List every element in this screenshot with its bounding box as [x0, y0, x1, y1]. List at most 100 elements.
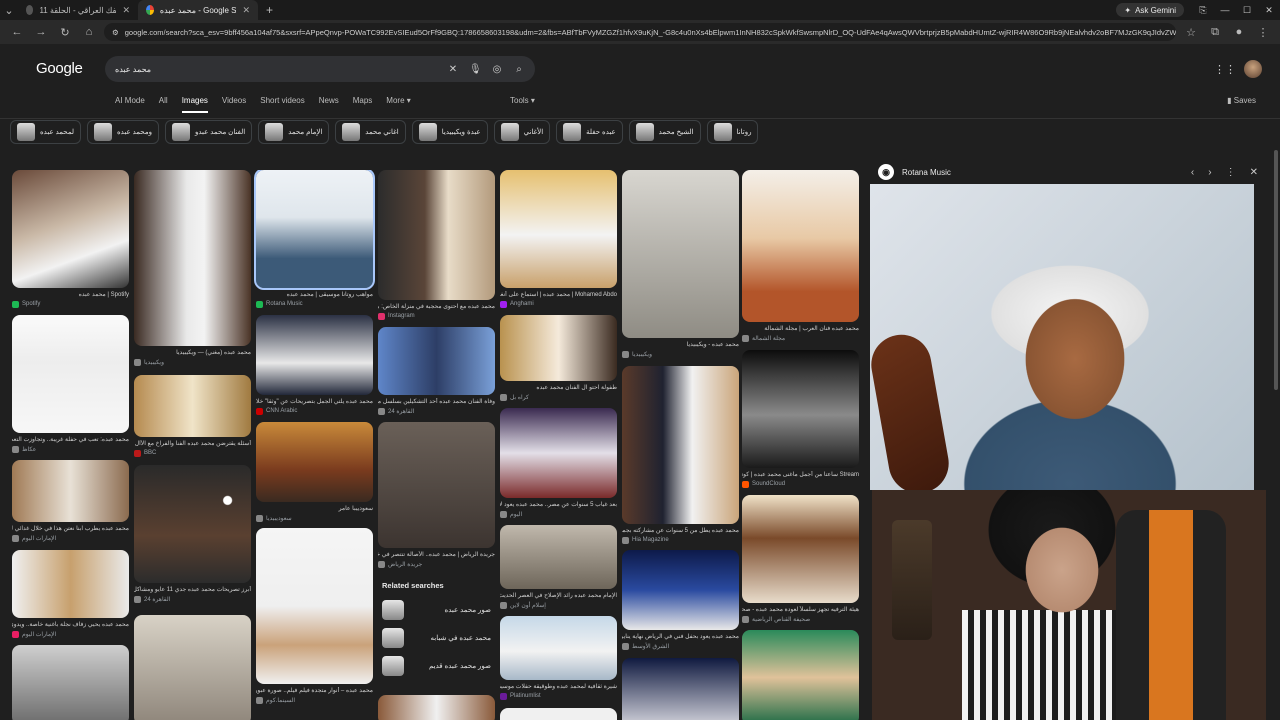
tab-list-icon[interactable]: ⎘ — [1192, 0, 1214, 20]
result-source[interactable]: Platinumlist — [500, 692, 617, 700]
image-result[interactable]: محمد عبده يحيي زفاف نجلة بأغنية خاصة.. و… — [12, 550, 129, 638]
result-source[interactable]: ويكيبيديا — [134, 358, 251, 366]
refinement-chip[interactable]: الشيخ محمد — [628, 120, 701, 144]
image-result[interactable] — [378, 695, 495, 720]
close-tab-icon[interactable]: ✕ — [122, 5, 130, 16]
result-caption[interactable]: محمد عبده يحيي زفاف نجلة بأغنية خاصة.. و… — [12, 621, 129, 629]
result-caption[interactable]: محمد عبده – أنوار متجدة فيلم فيلم.. صورة… — [256, 687, 373, 695]
result-caption[interactable]: Stream ساعتا من أجمل ماغنى محمد عبده | ك… — [742, 471, 859, 479]
result-thumbnail[interactable] — [256, 422, 373, 502]
tab-short-videos[interactable]: Short videos — [260, 96, 304, 113]
result-caption[interactable]: محمد عبده: تعب في حفلة غريبة.. وتجاوزت ا… — [12, 436, 129, 444]
result-thumbnail[interactable] — [12, 550, 129, 618]
maximize-icon[interactable]: ☐ — [1236, 0, 1258, 20]
previous-icon[interactable]: ‹ — [1191, 167, 1194, 178]
image-result[interactable]: محمد عبده: تعب في حفلة غريبة.. وتجاوزت ا… — [12, 315, 129, 453]
result-source[interactable]: السينما.كوم — [256, 696, 373, 704]
result-thumbnail[interactable] — [378, 170, 495, 300]
result-thumbnail[interactable] — [742, 170, 859, 322]
bookmark-star-icon[interactable]: ☆ — [1182, 26, 1200, 39]
result-thumbnail[interactable] — [134, 615, 251, 720]
result-source[interactable]: الإمارات اليوم — [12, 534, 129, 542]
result-caption[interactable]: وفاة الفنان محمد عبده أحد التشكيلين بسلس… — [378, 398, 495, 406]
result-thumbnail[interactable] — [500, 315, 617, 381]
result-source[interactable]: الشرق الأوسط — [622, 642, 739, 650]
result-thumbnail[interactable] — [378, 327, 495, 395]
result-thumbnail[interactable] — [12, 315, 129, 433]
extensions-icon[interactable]: ⧉ — [1206, 26, 1224, 39]
image-result[interactable]: Mohamed Abdo | محمد عبده | استماع على أن… — [500, 170, 617, 308]
image-result[interactable]: أسئلة يقترضن محمد عبده الفنا والفراخ مع … — [134, 375, 251, 457]
clear-icon[interactable]: ✕ — [447, 64, 459, 75]
related-search-item[interactable]: محمد عبده في شبابه — [382, 628, 491, 648]
tab-1[interactable]: شارك الفك العراقي - الحلقة 11 ✕ — [18, 0, 138, 20]
refinement-chip[interactable]: ومحمد عبده — [87, 120, 159, 144]
refinement-chip[interactable]: عبده حفلة — [556, 120, 623, 144]
image-result[interactable]: وفاة الفنان محمد عبده أحد التشكيلين بسلس… — [378, 327, 495, 415]
close-tab-icon[interactable]: ✕ — [242, 5, 250, 16]
result-caption[interactable]: شيرة ثقافية لمحمد عبده وطوقيقة حفلات موس… — [500, 683, 617, 691]
tab-videos[interactable]: Videos — [222, 96, 246, 113]
result-thumbnail[interactable] — [500, 708, 617, 720]
result-caption[interactable]: الإمام محمد عبده رائد الإصلاح في العصر ا… — [500, 592, 617, 600]
saves-button[interactable]: ▮ Saves — [1227, 96, 1256, 105]
image-result[interactable] — [12, 645, 129, 720]
result-thumbnail[interactable] — [622, 366, 739, 524]
result-source[interactable]: الإمارات اليوم — [12, 630, 129, 638]
avatar[interactable] — [1244, 60, 1262, 78]
url-field[interactable]: ⚙ google.com/search?sca_esv=9bff456a104a… — [104, 23, 1176, 41]
refinement-chip[interactable]: لمحمد عبده — [10, 120, 81, 144]
search-icon[interactable]: ⌕ — [513, 64, 525, 75]
result-caption[interactable]: محمد عبده يلتي الجمل بتصريحات عن "وثقا" … — [256, 398, 373, 406]
image-result[interactable]: طفولة احتو آل الفنان محمد عبده كراه بل — [500, 315, 617, 401]
tab-more[interactable]: More ▾ — [386, 96, 410, 113]
result-source[interactable]: كراه بل — [500, 393, 617, 401]
preview-source-label[interactable]: Rotana Music — [902, 168, 951, 177]
result-source[interactable]: Instagram — [378, 312, 495, 320]
result-caption[interactable]: سعودييبا عامر — [256, 505, 373, 513]
result-thumbnail[interactable] — [622, 170, 739, 338]
result-thumbnail[interactable] — [256, 315, 373, 395]
refinement-chip[interactable]: الإمام محمد — [258, 120, 330, 144]
google-logo[interactable]: Google — [36, 60, 83, 77]
preview-image[interactable] — [866, 184, 1254, 498]
image-result[interactable]: محمد عبده يطل من 5 سنوات عن مشاركته بجمه… — [622, 366, 739, 544]
tab-maps[interactable]: Maps — [353, 96, 373, 113]
result-thumbnail[interactable] — [622, 658, 739, 720]
result-thumbnail[interactable] — [622, 550, 739, 630]
next-icon[interactable]: › — [1208, 167, 1211, 178]
close-icon[interactable]: ✕ — [1250, 167, 1258, 178]
result-caption[interactable]: أسئلة يقترضن محمد عبده الفنا والفراخ مع … — [134, 440, 251, 448]
result-source[interactable]: سعوديبيديا — [256, 514, 373, 522]
result-thumbnail[interactable] — [12, 170, 129, 288]
back-icon[interactable]: ← — [8, 26, 26, 38]
result-thumbnail[interactable] — [742, 350, 859, 468]
result-thumbnail[interactable] — [254, 170, 375, 290]
result-thumbnail[interactable] — [500, 525, 617, 589]
result-source[interactable]: Rotana Music — [256, 300, 373, 308]
image-result[interactable]: هيئة الترفيه تجهز سلسلاً لعودة محمد عبده… — [742, 495, 859, 623]
refinement-chip[interactable]: الفنان محمد عبدو — [164, 120, 253, 144]
close-window-icon[interactable]: ✕ — [1258, 0, 1280, 20]
result-source[interactable]: صحيفة القناص الرياضية — [742, 615, 859, 623]
image-result[interactable]: بعد غياب 5 سنوات عن مصر.. محمد عبده يعود… — [500, 408, 617, 518]
voice-search-icon[interactable]: 🎙 — [469, 64, 482, 75]
refinement-chip[interactable]: عبدة ويكيبيديا — [411, 120, 488, 144]
image-result[interactable]: مواهب روتانا موسيقى | محمد عبده Rotana M… — [254, 170, 375, 308]
result-thumbnail[interactable] — [500, 170, 617, 288]
result-source[interactable]: إسلام أون لاين — [500, 601, 617, 609]
result-caption[interactable]: أبرز تصريحات محمد عبده جدي 11 عايو ومشاك… — [134, 586, 251, 594]
image-result[interactable]: Spotify | محمد عبده Spotify — [12, 170, 129, 308]
result-source[interactable]: Spotify — [12, 300, 129, 308]
related-search-item[interactable]: صور محمد عبده — [382, 600, 491, 620]
image-result[interactable]: محمد عبده مع احتوى محجبة في منزلة الخاص:… — [378, 170, 495, 320]
result-source[interactable]: مجلة الشمالة — [742, 334, 859, 342]
result-source[interactable]: القاهرة 24 — [378, 407, 495, 415]
related-search-item[interactable]: صور محمد عبده قديم — [382, 656, 491, 676]
result-source[interactable]: Anghami — [500, 300, 617, 308]
image-result[interactable] — [742, 630, 859, 720]
search-box[interactable]: محمد عبده ✕ 🎙 ◎ ⌕ — [105, 56, 535, 82]
result-caption[interactable]: محمد عبده (مغني) — ويكيبيديا — [134, 349, 251, 357]
image-result[interactable]: محمد عبده يلتي الجمل بتصريحات عن "وثقا" … — [256, 315, 373, 415]
result-thumbnail[interactable] — [134, 170, 251, 346]
